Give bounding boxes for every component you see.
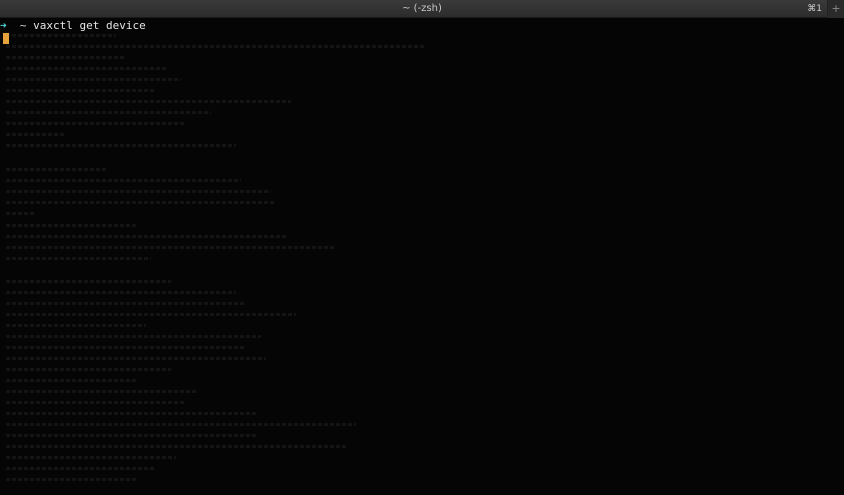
ghost-text-row	[6, 89, 156, 92]
ghost-text-row	[6, 434, 256, 437]
terminal-content[interactable]: ➜ ~ vaxctl get device	[0, 18, 844, 495]
ghost-text-row	[6, 56, 126, 59]
ghost-text-row	[6, 144, 236, 147]
ghost-text-row	[6, 190, 271, 193]
ghost-text-row	[6, 78, 181, 81]
ghost-text-row	[6, 401, 186, 404]
ghost-text-row	[6, 235, 286, 238]
ghost-text-row	[6, 168, 106, 171]
ghost-text-row	[6, 445, 346, 448]
ghost-text-row	[6, 291, 236, 294]
ghost-text-row	[6, 302, 246, 305]
ghost-text-row	[6, 324, 146, 327]
ghost-text-row	[6, 224, 136, 227]
command-text: vaxctl get device	[33, 19, 146, 32]
ghost-text-row	[6, 280, 171, 283]
title-bar: ~ (-zsh) ⌘1 +	[0, 0, 844, 18]
ghost-text-row	[6, 122, 186, 125]
ghost-text-row	[6, 257, 151, 260]
ghost-text-row	[6, 423, 356, 426]
ghost-text-row	[6, 246, 336, 249]
ghost-text-row	[6, 456, 176, 459]
ghost-text-row	[6, 34, 116, 37]
ghost-text-row	[6, 313, 296, 316]
current-directory: ~	[19, 19, 27, 32]
ghost-text-row	[6, 412, 256, 415]
ghost-text-row	[6, 100, 291, 103]
ghost-text-row	[6, 379, 136, 382]
ghost-text-row	[6, 335, 261, 338]
ghost-text-row	[6, 390, 196, 393]
ghost-text-row	[6, 133, 66, 136]
terminal-window: ~ (-zsh) ⌘1 + ➜ ~ vaxctl get device	[0, 0, 844, 495]
ghost-text-row	[6, 179, 241, 182]
ghost-text-row	[6, 201, 276, 204]
ghost-text-row	[6, 45, 426, 48]
ghost-text-row	[6, 346, 246, 349]
ghost-text-row	[6, 111, 211, 114]
ghost-text-row	[6, 67, 166, 70]
window-title: ~ (-zsh)	[402, 3, 442, 14]
ghost-text-row	[6, 478, 136, 481]
ghost-text-row	[6, 368, 171, 371]
ghost-text-row	[6, 212, 36, 215]
command-line: ➜ ~ vaxctl get device	[0, 19, 146, 33]
tab-shortcut-label: ⌘1	[807, 4, 822, 14]
new-tab-button[interactable]: +	[827, 0, 844, 18]
ghost-text-row	[6, 357, 266, 360]
prompt-arrow-icon: ➜	[0, 19, 7, 32]
ghost-text-row	[6, 467, 156, 470]
